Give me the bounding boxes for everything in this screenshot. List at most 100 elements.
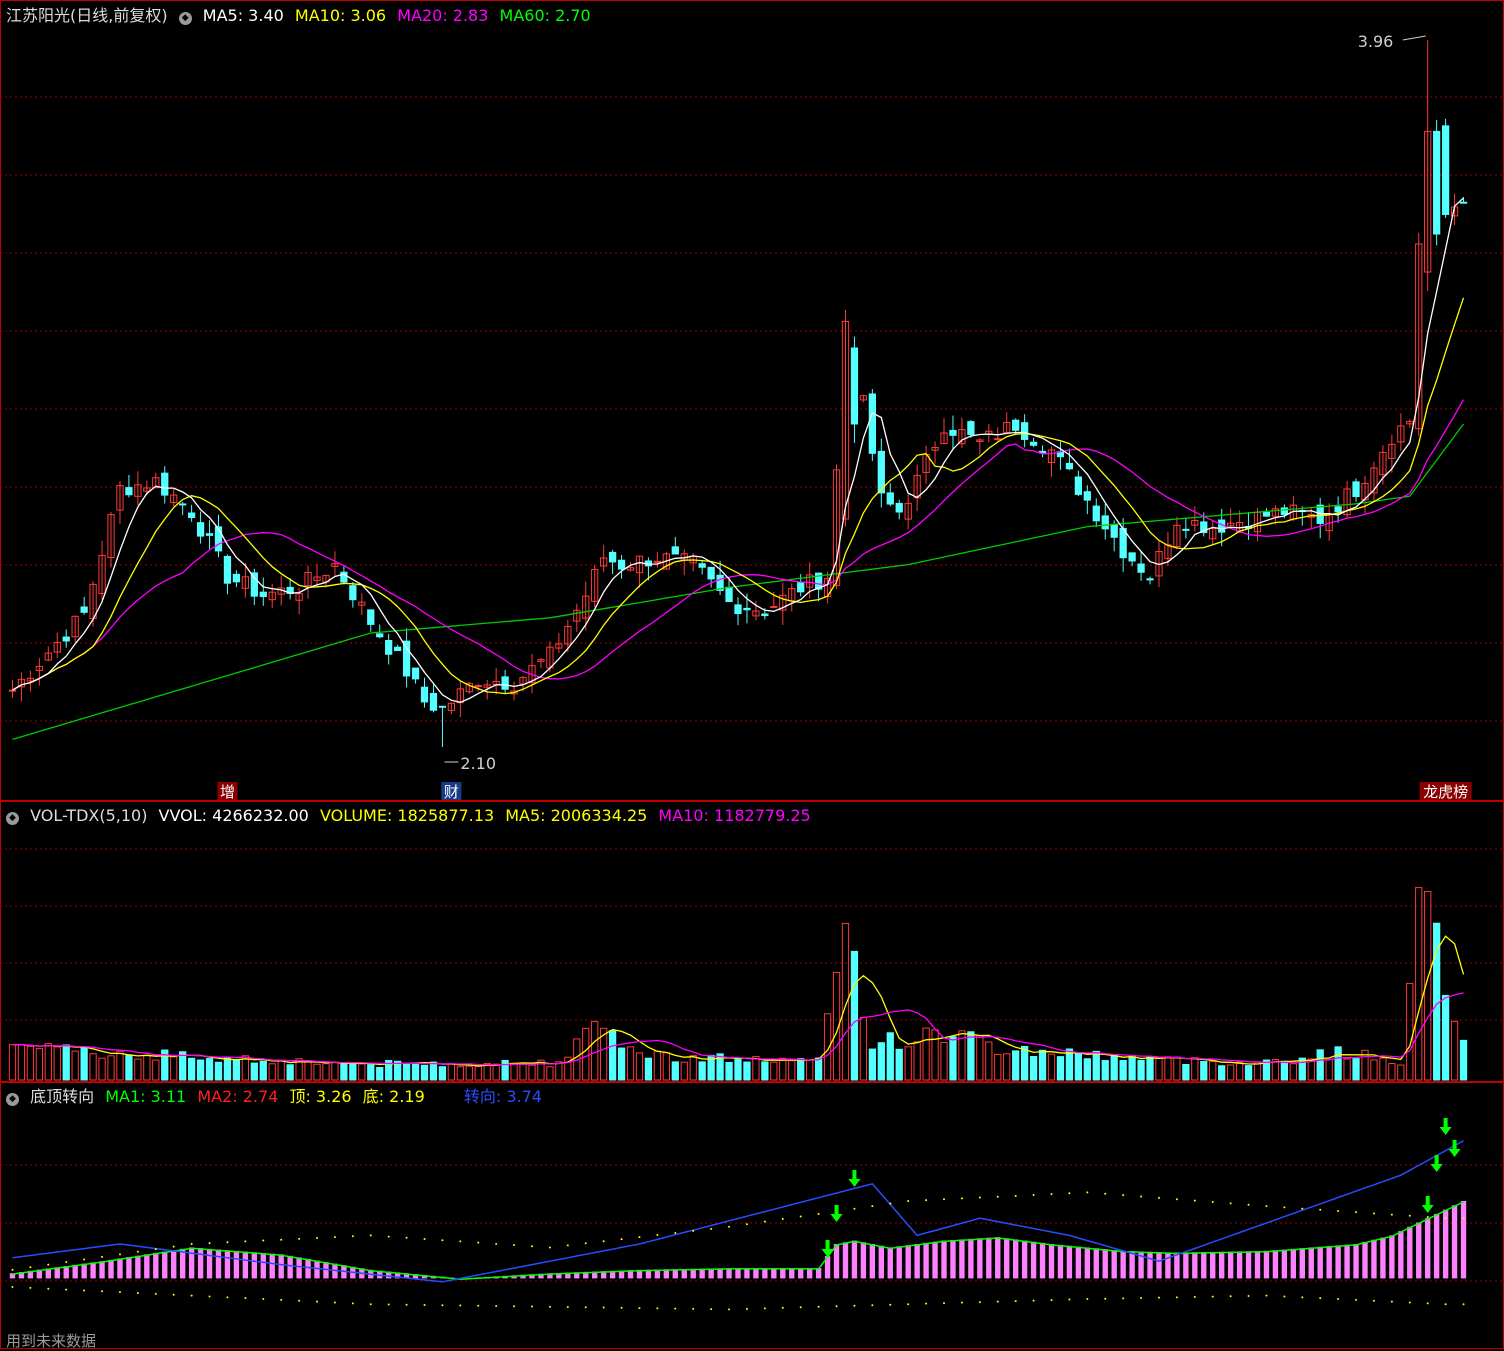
volume-bars	[8, 887, 1468, 1081]
volume-bar	[1128, 1056, 1136, 1081]
indicator-bar	[1236, 1251, 1243, 1279]
ind-ma2-label: MA2: 2.74	[197, 1087, 279, 1106]
bottom-band-dot	[978, 1301, 981, 1304]
top-band-dot	[1157, 1196, 1160, 1199]
volume-bar	[44, 1043, 52, 1081]
candle-body	[1065, 462, 1074, 470]
volume-bar	[259, 1060, 267, 1081]
indicator-bar	[1460, 1201, 1467, 1279]
indicator-bar	[233, 1250, 240, 1279]
volume-bar	[555, 1061, 563, 1081]
signal-down-arrow	[830, 1205, 843, 1222]
bottom-band-dot	[925, 1302, 928, 1305]
volume-bar	[492, 1063, 500, 1081]
indicator-bar	[1263, 1250, 1270, 1279]
bottom-band-dot	[316, 1300, 319, 1303]
indicator-bar	[905, 1245, 911, 1279]
event-marker: 龙虎榜	[1423, 783, 1468, 801]
indicator-bar	[305, 1258, 311, 1279]
indicator-menu-icon[interactable]: ◆	[6, 1093, 19, 1106]
indicator-bar	[278, 1254, 284, 1279]
top-band-dot	[495, 1242, 498, 1245]
top-band-dot	[1211, 1201, 1214, 1204]
volume-bar	[1191, 1057, 1199, 1081]
volume-bar	[940, 1041, 948, 1081]
volume-bar	[994, 1053, 1002, 1081]
indicator-bar	[833, 1244, 840, 1279]
bottom-band-dot	[262, 1298, 265, 1301]
volume-bar	[743, 1061, 751, 1081]
volume-bar	[376, 1066, 384, 1081]
volume-bar	[1316, 1049, 1324, 1081]
volume-bar	[1352, 1058, 1360, 1081]
indicator-bar	[977, 1238, 983, 1279]
indicator-bar	[1156, 1252, 1162, 1279]
volume-bar	[134, 1058, 142, 1081]
ma10-line	[12, 297, 1465, 695]
indicator-bar	[1129, 1251, 1135, 1279]
bottom-band-dot	[1229, 1295, 1232, 1298]
top-band-dot	[244, 1240, 247, 1243]
candle-body	[1433, 130, 1441, 235]
volume-bar	[322, 1063, 330, 1081]
candle-body	[797, 582, 805, 593]
volume-bar	[1012, 1050, 1020, 1081]
top-band-dot	[745, 1223, 748, 1226]
indicator-bar	[287, 1255, 293, 1279]
volume-bar	[635, 1052, 644, 1081]
volume-bar	[277, 1059, 285, 1081]
bottom-band-dot	[118, 1291, 121, 1294]
top-band-dot	[817, 1212, 820, 1215]
bottom-band-dot	[405, 1303, 408, 1306]
candle-body	[1441, 125, 1450, 215]
volume-bar	[886, 1032, 894, 1081]
top-band-dot	[226, 1241, 229, 1244]
candle-body	[429, 692, 438, 711]
indicator-bar	[1371, 1239, 1377, 1279]
bottom-band-dot	[817, 1305, 820, 1308]
top-band-dot	[1104, 1192, 1107, 1195]
volume-bar	[1182, 1063, 1190, 1081]
candle-body	[385, 639, 393, 655]
bottom-band-dot	[692, 1307, 695, 1310]
volume-menu-icon[interactable]: ◆	[6, 812, 19, 825]
bottom-band-dot	[83, 1289, 86, 1292]
volume-indicator-name: VOL-TDX(5,10)	[30, 806, 148, 825]
bottom-band-dot	[1372, 1299, 1375, 1302]
candle-body	[420, 686, 429, 703]
indicator-bar	[1353, 1244, 1359, 1279]
volume-bar	[779, 1057, 787, 1081]
top-band-dot	[602, 1240, 605, 1243]
top-band-dot	[1372, 1212, 1375, 1215]
volume-bar	[1415, 887, 1423, 1081]
volume-bar	[71, 1050, 79, 1081]
volume-bar	[868, 1048, 876, 1081]
indicator-bar	[1281, 1249, 1288, 1279]
top-band-dot	[369, 1234, 372, 1237]
top-band-dot	[1337, 1209, 1340, 1212]
bottom-band-dot	[29, 1286, 32, 1289]
panel-menu-icon[interactable]: ◆	[178, 12, 192, 25]
bottom-band-dot	[1211, 1295, 1214, 1298]
volume-bar	[582, 1027, 590, 1081]
top-band-dot	[728, 1225, 731, 1228]
indicator-bar	[1299, 1248, 1305, 1279]
candle-body	[1280, 507, 1289, 515]
bottom-band-dot	[11, 1286, 14, 1288]
indicator-bar	[215, 1249, 222, 1279]
candle-body	[393, 646, 402, 652]
volume-bar	[1110, 1054, 1118, 1081]
indicator-bar	[860, 1242, 867, 1279]
volume-bar	[232, 1059, 241, 1081]
signal-down-arrow	[821, 1240, 834, 1257]
volume-bar	[734, 1057, 742, 1081]
bottom-band-dot	[566, 1306, 569, 1309]
indicator-bar	[1030, 1241, 1037, 1279]
bottom-band-dot	[1426, 1302, 1429, 1305]
top-band-dot	[996, 1195, 999, 1198]
top-band-dot	[1122, 1194, 1125, 1197]
indicator-bar	[242, 1251, 249, 1279]
top-band-dot	[710, 1227, 713, 1230]
event-marker: 财	[444, 783, 459, 801]
indicator-bar	[896, 1246, 902, 1279]
